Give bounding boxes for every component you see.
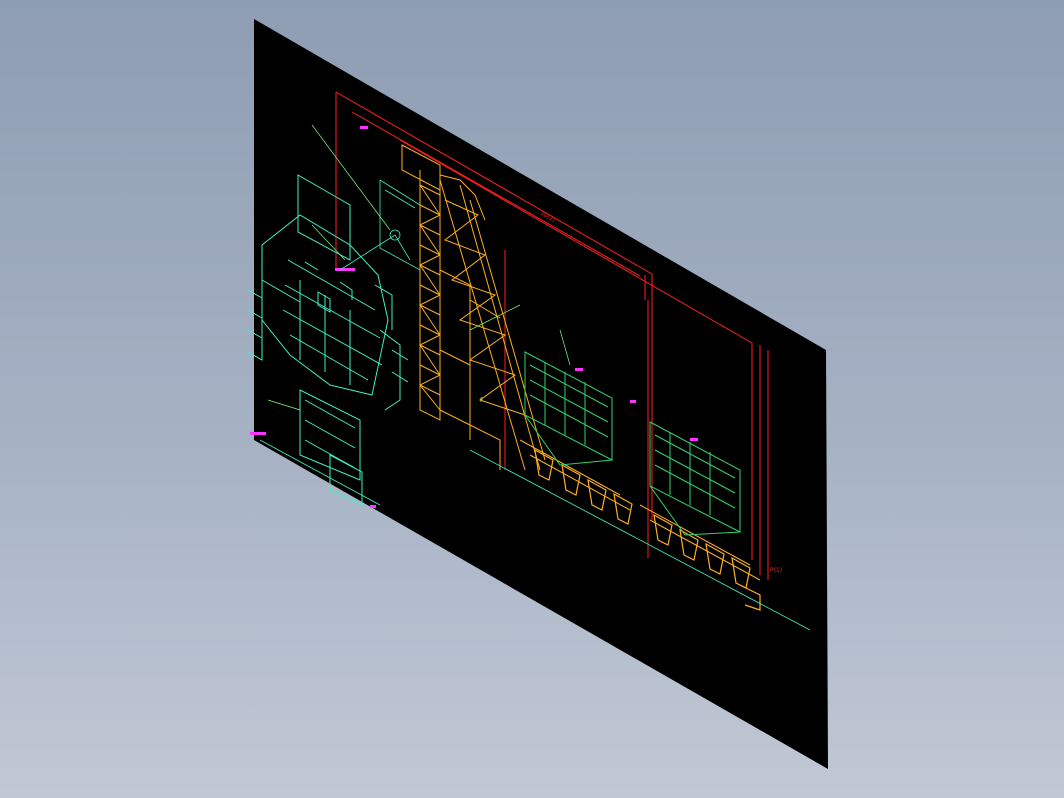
- dim-label-right: P(1): [770, 567, 782, 574]
- cad-viewport[interactable]: 10(2) P(1) F: [0, 0, 1064, 798]
- drawing-sheet: [254, 19, 828, 769]
- ref-label-f: F: [480, 397, 484, 404]
